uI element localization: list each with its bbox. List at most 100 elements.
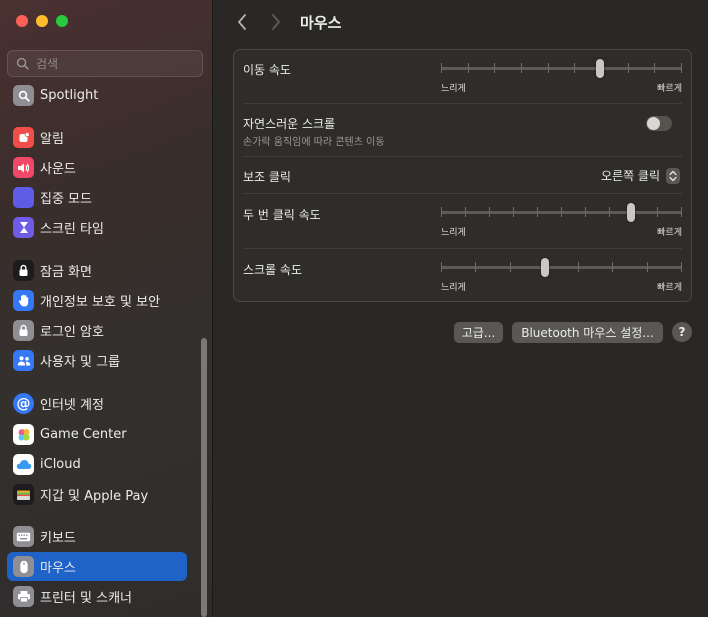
window-controls	[16, 15, 68, 27]
natural-scroll-label: 자연스러운 스크롤	[243, 117, 336, 131]
search-field[interactable]	[7, 50, 203, 77]
scroll-speed-row: 스크롤 속도 느리게 빠르게	[243, 249, 682, 303]
sidebar-item-label: 잠금 화면	[40, 265, 92, 280]
slider-min-label: 느리게	[441, 228, 466, 238]
advanced-button[interactable]: 고급...	[454, 322, 503, 343]
chevron-left-icon	[238, 14, 246, 30]
slider-tick	[441, 63, 442, 73]
bluetooth-mouse-setup-button[interactable]: Bluetooth 마우스 설정...	[512, 322, 663, 343]
keyboard-icon	[13, 526, 34, 547]
slider-tick	[475, 262, 476, 272]
slider-tick	[681, 63, 682, 73]
sidebar-item-label: Spotlight	[40, 88, 99, 103]
icloud-icon	[13, 454, 34, 475]
sidebar-item-label: 집중 모드	[40, 192, 92, 207]
slider-tick	[537, 207, 538, 217]
lock-screen-icon	[13, 260, 34, 281]
secondary-click-label: 보조 클릭	[243, 170, 291, 184]
sidebar-item-label: Game Center	[40, 427, 127, 442]
sidebar-item[interactable]: 잠금 화면	[7, 256, 187, 285]
slider-tick	[681, 207, 682, 217]
natural-scroll-description: 손가락 움직임에 따라 콘텐츠 이동	[243, 137, 385, 148]
help-button[interactable]: ?	[672, 322, 692, 342]
sidebar-item-label: 인터넷 계정	[40, 398, 104, 413]
slider-thumb[interactable]	[627, 203, 635, 222]
search-icon	[16, 57, 29, 70]
sidebar: Spotlight 알림사운드집중 모드스크린 타임잠금 화면개인정보 보호 및 …	[0, 0, 213, 617]
sidebar-item[interactable]: 집중 모드	[7, 183, 187, 212]
sidebar-scrollbar[interactable]	[201, 338, 207, 617]
sidebar-item[interactable]: 마우스	[7, 552, 187, 581]
slider-tick	[465, 207, 466, 217]
slider-thumb[interactable]	[541, 258, 549, 277]
search-input[interactable]	[36, 56, 196, 71]
sound-icon	[13, 157, 34, 178]
sidebar-item[interactable]: Spotlight	[7, 81, 187, 110]
sidebar-item[interactable]: 프린터 및 스캐너	[7, 582, 187, 611]
scroll-speed-label: 스크롤 속도	[243, 263, 303, 277]
double-click-speed-slider[interactable]: 느리게 빠르게	[441, 203, 682, 238]
sidebar-item[interactable]: @ 인터넷 계정	[7, 389, 187, 418]
minimize-window-button[interactable]	[36, 15, 48, 27]
slider-min-label: 느리게	[441, 84, 466, 94]
natural-scroll-row: 자연스러운 스크롤 손가락 움직임에 따라 콘텐츠 이동	[243, 104, 682, 157]
sidebar-item[interactable]: Game Center	[7, 420, 187, 449]
sidebar-item-label: 개인정보 보호 및 보안	[40, 295, 161, 310]
sidebar-item[interactable]: 사용자 및 그룹	[7, 346, 187, 375]
slider-thumb[interactable]	[596, 59, 604, 78]
tracking-speed-slider[interactable]: 느리게 빠르게	[441, 59, 682, 94]
secondary-click-popup[interactable]: 오른쪽 클릭	[601, 167, 680, 184]
sidebar-item-label: 마우스	[40, 561, 76, 576]
slider-max-label: 빠르게	[657, 84, 682, 94]
sidebar-item-label: 사운드	[40, 162, 76, 177]
back-button[interactable]	[234, 13, 250, 31]
sidebar-item[interactable]: 지갑 및 Apple Pay	[7, 480, 187, 509]
page-title: 마우스	[300, 14, 342, 32]
sidebar-item-label: 지갑 및 Apple Pay	[40, 489, 149, 504]
slider-tick	[612, 262, 613, 272]
slider-tick	[510, 262, 511, 272]
slider-track	[441, 67, 682, 70]
toolbar: 마우스	[214, 0, 708, 44]
sidebar-item[interactable]: 키보드	[7, 522, 187, 551]
slider-track	[441, 266, 682, 269]
forward-button[interactable]	[268, 13, 284, 31]
slider-tick	[574, 63, 575, 73]
close-window-button[interactable]	[16, 15, 28, 27]
slider-tick	[681, 262, 682, 272]
slider-tick	[489, 207, 490, 217]
scroll-speed-slider[interactable]: 느리게 빠르게	[441, 258, 682, 293]
sidebar-item[interactable]: 개인정보 보호 및 보안	[7, 286, 187, 315]
sidebar-item[interactable]: 사운드	[7, 153, 187, 182]
slider-tick	[628, 63, 629, 73]
slider-tick	[561, 207, 562, 217]
privacy-hand-icon	[13, 290, 34, 311]
chevron-right-icon	[272, 14, 280, 30]
sidebar-item-label: 로그인 암호	[40, 325, 104, 340]
slider-tick	[494, 63, 495, 73]
sidebar-item-label: 스크린 타임	[40, 222, 104, 237]
sidebar-item-label: 사용자 및 그룹	[40, 355, 121, 370]
tracking-speed-label: 이동 속도	[243, 63, 291, 77]
screen-time-hourglass-icon	[13, 217, 34, 238]
sidebar-item[interactable]: 스크린 타임	[7, 213, 187, 242]
natural-scroll-toggle[interactable]	[646, 116, 672, 131]
double-click-speed-label: 두 번 클릭 속도	[243, 208, 321, 222]
sidebar-item[interactable]: 알림	[7, 123, 187, 152]
users-icon	[13, 350, 34, 371]
at-sign-icon: @	[13, 393, 34, 414]
slider-tick	[468, 63, 469, 73]
zoom-window-button[interactable]	[56, 15, 68, 27]
lock-icon	[13, 320, 34, 341]
secondary-click-row: 보조 클릭 오른쪽 클릭	[243, 157, 682, 194]
sidebar-item-label: 알림	[40, 132, 64, 147]
up-down-chevron-icon	[666, 167, 680, 184]
slider-tick	[585, 207, 586, 217]
sidebar-item[interactable]: iCloud	[7, 450, 187, 479]
slider-tick	[647, 262, 648, 272]
sidebar-item[interactable]: 로그인 암호	[7, 316, 187, 345]
slider-max-label: 빠르게	[657, 283, 682, 293]
slider-tick	[609, 207, 610, 217]
slider-tick	[548, 63, 549, 73]
slider-tick	[441, 207, 442, 217]
